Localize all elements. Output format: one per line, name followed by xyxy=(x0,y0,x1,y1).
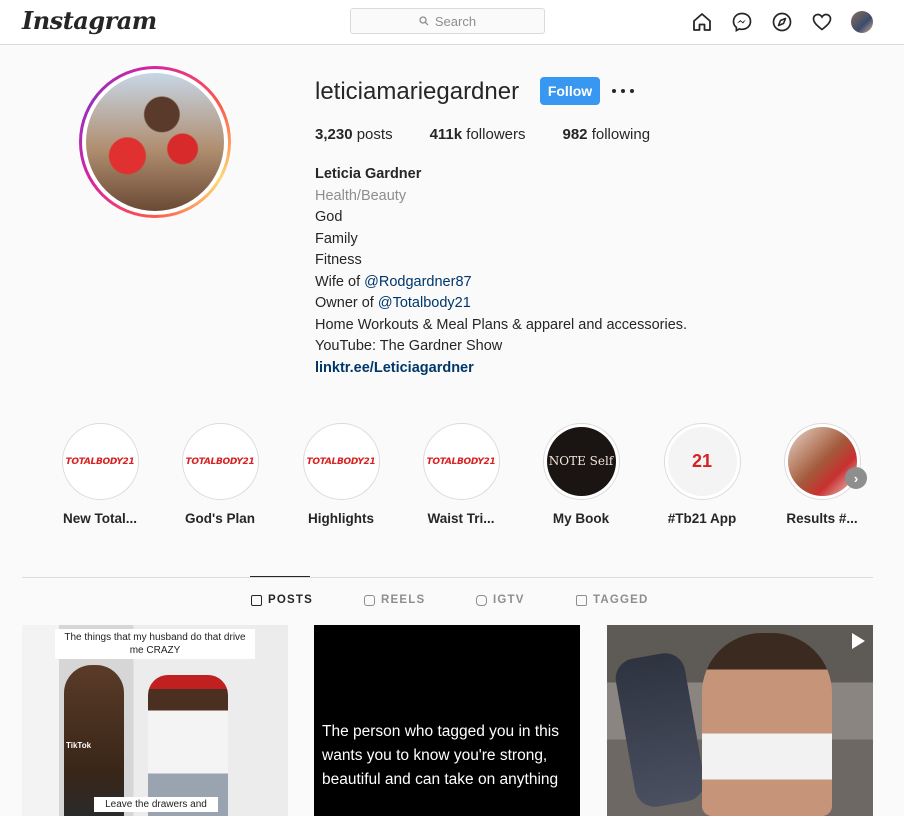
external-link[interactable]: linktr.ee/Leticiagardner xyxy=(315,358,687,380)
posts-count: 3,230 xyxy=(315,126,353,143)
post-thumbnail[interactable]: The things that my husband do that drive… xyxy=(22,625,288,816)
highlight-label: Highlights xyxy=(308,511,374,526)
search-input[interactable]: Search xyxy=(350,8,545,34)
tab-posts[interactable]: POSTS xyxy=(251,594,313,606)
bio-text: Owner of xyxy=(315,295,378,311)
posts-stat: 3,230 posts xyxy=(315,126,393,143)
highlight-cover-text: NOTE Self xyxy=(548,454,614,468)
tab-label: POSTS xyxy=(268,594,313,606)
highlight-cover-text: TOTALBODY21 xyxy=(306,456,376,467)
bio-line: Family xyxy=(315,230,358,247)
home-icon[interactable] xyxy=(690,10,714,34)
heart-icon[interactable] xyxy=(810,10,834,34)
mention-link[interactable]: @Rodgardner87 xyxy=(364,274,471,290)
tabs-divider xyxy=(22,577,873,578)
post-thumbnail[interactable]: The person who tagged you in this wants … xyxy=(314,625,580,816)
profile-stats: 3,230 posts 411k followers 982 following xyxy=(315,126,687,143)
instagram-logo[interactable]: Instagram xyxy=(22,6,157,35)
more-options-icon[interactable] xyxy=(612,84,634,98)
profile-picture xyxy=(86,73,224,211)
tab-igtv[interactable]: IGTV xyxy=(476,594,525,606)
tab-label: IGTV xyxy=(493,594,525,606)
explore-icon[interactable] xyxy=(770,10,794,34)
highlight-label: Results #... xyxy=(786,511,858,526)
highlight-item[interactable]: TOTALBODY21 God's Plan xyxy=(160,423,280,526)
avatar xyxy=(851,11,873,33)
reels-icon xyxy=(364,594,375,606)
following-label: following xyxy=(591,126,651,143)
search-icon xyxy=(419,16,429,26)
igtv-icon xyxy=(476,594,487,606)
grid-icon xyxy=(251,594,262,606)
highlight-item[interactable]: TOTALBODY21 New Total... xyxy=(40,423,160,526)
chevron-right-icon[interactable]: › xyxy=(845,467,867,489)
tab-reels[interactable]: REELS xyxy=(364,594,425,606)
highlight-label: My Book xyxy=(552,511,610,526)
highlight-item[interactable]: TOTALBODY21 Waist Tri... xyxy=(401,423,521,526)
post-photo-person xyxy=(702,633,832,816)
top-nav: Instagram Search xyxy=(0,0,904,45)
highlight-label: #Tb21 App xyxy=(667,511,737,526)
tab-label: REELS xyxy=(381,594,426,606)
highlight-cover: TOTALBODY21 xyxy=(426,427,496,496)
highlight-cover-text: TOTALBODY21 xyxy=(426,456,496,467)
followers-label: followers xyxy=(466,126,526,143)
post-text: The person who tagged you in this wants … xyxy=(322,723,559,788)
tagged-icon xyxy=(576,594,587,606)
highlight-cover xyxy=(787,427,857,496)
following-stat[interactable]: 982 following xyxy=(562,126,650,143)
video-play-icon xyxy=(852,633,865,649)
search-placeholder: Search xyxy=(434,13,477,29)
bio-line-wife: Wife of @Rodgardner87 xyxy=(315,272,687,294)
tab-label: TAGGED xyxy=(593,594,649,606)
messenger-icon[interactable] xyxy=(730,10,754,34)
highlight-cover: NOTE Self xyxy=(546,427,616,496)
bio-line: Fitness xyxy=(315,252,362,268)
profile-picture-ring[interactable] xyxy=(79,66,231,218)
followers-count: 411k xyxy=(429,126,463,143)
highlight-cover: TOTALBODY21 xyxy=(185,427,255,496)
mention-link[interactable]: @Totalbody21 xyxy=(378,295,471,311)
bio-line-owner: Owner of @Totalbody21 xyxy=(315,293,687,315)
bio-text: Wife of xyxy=(315,273,365,290)
post-photo-person xyxy=(148,675,228,816)
posts-label: posts xyxy=(356,126,393,143)
profile-avatar[interactable] xyxy=(850,10,874,34)
bio-line: YouTube: The Gardner Show xyxy=(315,338,503,354)
highlight-label: God's Plan xyxy=(185,511,255,526)
post-caption-top: The things that my husband do that drive… xyxy=(55,629,255,659)
following-count: 982 xyxy=(562,126,588,143)
highlight-cover: TOTALBODY21 xyxy=(306,427,376,496)
highlight-cover-text: 21 xyxy=(691,451,713,471)
story-highlights: TOTALBODY21 New Total... TOTALBODY21 God… xyxy=(40,423,880,533)
highlight-cover-text: TOTALBODY21 xyxy=(65,456,135,467)
follow-button[interactable]: Follow xyxy=(540,77,600,105)
bio-line: God xyxy=(315,209,343,225)
bio-line: Home Workouts & Meal Plans & apparel and… xyxy=(315,316,688,333)
tab-tagged[interactable]: TAGGED xyxy=(576,594,649,606)
tiktok-watermark: TikTok xyxy=(66,741,92,750)
highlight-label: Waist Tri... xyxy=(427,511,495,526)
post-photo-object xyxy=(612,650,708,810)
full-name: Leticia Gardner xyxy=(315,166,422,182)
highlight-item[interactable]: 21 #Tb21 App xyxy=(642,423,762,526)
post-caption-bottom: Leave the drawers and xyxy=(94,797,218,812)
highlight-cover-text: TOTALBODY21 xyxy=(185,456,255,467)
highlight-cover: 21 xyxy=(667,427,737,496)
highlight-cover: TOTALBODY21 xyxy=(65,427,135,496)
profile-username: leticiamariegardner xyxy=(315,78,520,105)
category-label: Health/Beauty xyxy=(315,187,407,204)
profile-bio: Leticia Gardner Health/Beauty God Family… xyxy=(315,164,687,379)
followers-stat[interactable]: 411k followers xyxy=(430,126,526,143)
highlight-label: New Total... xyxy=(62,511,137,526)
highlight-item[interactable]: NOTE Self My Book xyxy=(521,423,641,526)
highlight-item[interactable]: TOTALBODY21 Highlights xyxy=(281,423,401,526)
post-thumbnail[interactable] xyxy=(607,625,873,816)
active-tab-indicator xyxy=(250,576,310,577)
